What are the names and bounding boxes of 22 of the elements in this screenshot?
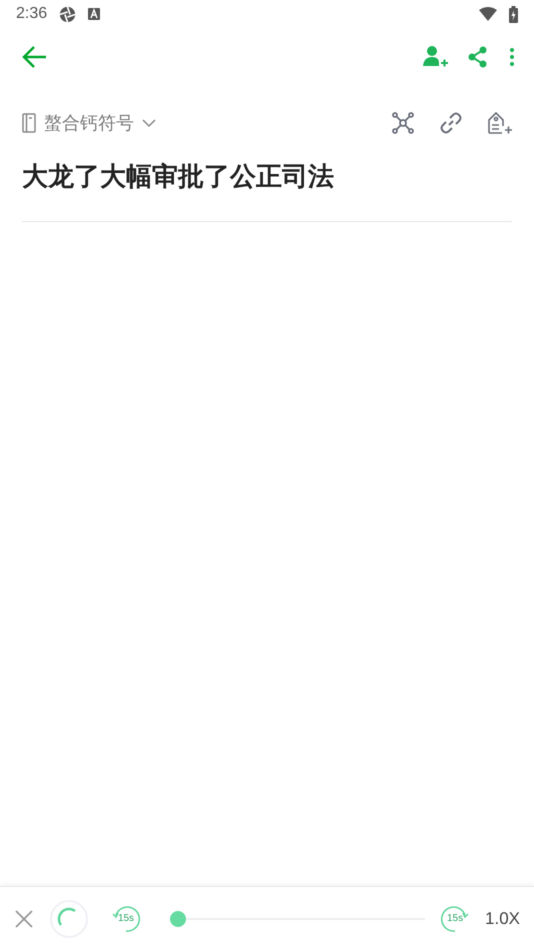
notebook-icon	[22, 113, 36, 133]
add-tag-icon[interactable]	[488, 112, 512, 134]
progress-slider[interactable]	[170, 910, 426, 926]
speed-button[interactable]: 1.0X	[485, 906, 520, 932]
note-title[interactable]: 大龙了大幅审批了公正司法	[22, 158, 512, 197]
slider-thumb[interactable]	[170, 910, 186, 926]
notebook-selector[interactable]: 螯合钙符号	[22, 110, 156, 136]
network-icon[interactable]	[392, 112, 414, 134]
rewind-button[interactable]: 15s	[110, 902, 142, 934]
more-menu-icon[interactable]	[510, 48, 514, 66]
add-person-icon[interactable]	[422, 45, 448, 69]
battery-icon	[509, 6, 518, 22]
share-icon[interactable]	[468, 46, 488, 68]
loading-spinner	[50, 900, 88, 938]
caret-icon	[142, 118, 156, 128]
close-icon[interactable]	[14, 908, 34, 928]
keyboard-icon	[88, 8, 100, 20]
status-time: 2:36	[16, 4, 48, 24]
wifi-icon	[479, 7, 497, 21]
link-icon[interactable]	[440, 112, 462, 134]
forward-button[interactable]: 15s	[439, 902, 472, 934]
aperture-icon	[59, 6, 76, 22]
